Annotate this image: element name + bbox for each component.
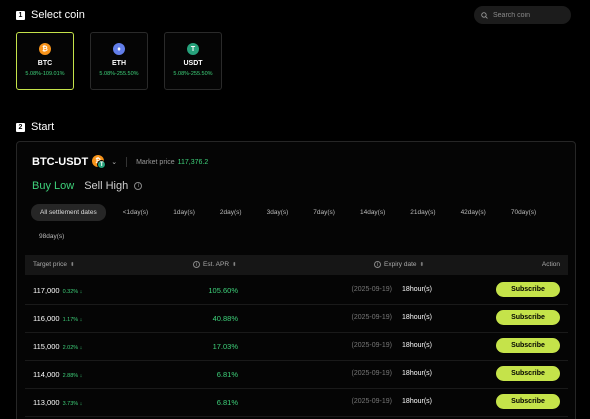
info-icon: i: [193, 261, 200, 268]
expiry-duration: 18hour(s): [402, 370, 432, 377]
pair-name: BTC-USDT: [32, 156, 89, 168]
info-icon: i: [374, 261, 381, 268]
est-apr: 17.03%: [212, 342, 238, 351]
est-apr: 40.88%: [212, 314, 238, 323]
tab-sell-high[interactable]: Sell High: [84, 180, 128, 192]
target-price: 117,000: [33, 286, 60, 295]
price-change: 2.88% ↓: [62, 373, 83, 379]
expiry-date: (2025-09-19): [351, 370, 392, 377]
date-filter-chip[interactable]: 3day(s): [259, 205, 297, 220]
expiry-date: (2025-09-19): [351, 286, 392, 293]
expiry-duration: 18hour(s): [402, 314, 432, 321]
search-icon: [481, 11, 488, 19]
price-change: 1.17% ↓: [62, 317, 83, 323]
expiry-duration: 18hour(s): [402, 342, 432, 349]
price-change: 2.02% ↓: [62, 345, 83, 351]
coin-card-usdt[interactable]: T USDT 5.08%-255.50%: [164, 32, 222, 90]
expiry-duration: 18hour(s): [402, 286, 432, 293]
market-price-value: 117,376.2: [177, 158, 209, 166]
mode-tabs: Buy Low Sell High i: [32, 180, 143, 192]
date-filter-chip[interactable]: 42day(s): [453, 205, 494, 220]
chevron-down-icon[interactable]: ⌄: [111, 158, 117, 166]
expiry-date: (2025-09-19): [351, 398, 392, 405]
usdt-coin-icon: T: [97, 160, 107, 169]
expiry-duration: 18hour(s): [402, 398, 432, 405]
search-box[interactable]: [474, 6, 571, 24]
date-filter-chip[interactable]: 21day(s): [402, 205, 443, 220]
target-price-cell: 117,000 0.32% ↓: [33, 286, 82, 295]
table-row: 113,000 3.73% ↓ 6.81% (2025-09-19) 18hour(s)…: [25, 389, 568, 417]
table-row: 117,000 0.32% ↓ 105.60% (2025-09-19) 18hour(…: [25, 277, 568, 305]
step-number: 2: [16, 122, 25, 132]
expiry-date: (2025-09-19): [351, 314, 392, 321]
target-price-cell: 115,000 2.02% ↓: [33, 342, 82, 351]
coin-card-btc[interactable]: ₿ BTC 5.08%-109.01%: [16, 32, 74, 90]
target-price-cell: 116,000 1.17% ↓: [33, 314, 82, 323]
start-heading: 2 Start: [16, 121, 54, 133]
date-filter-chip[interactable]: All settlement dates: [31, 204, 106, 221]
coin-apr-range: 5.08%-255.50%: [173, 71, 213, 77]
coin-name: BTC: [37, 60, 53, 67]
date-filter-chip[interactable]: 98day(s): [31, 229, 72, 244]
btc-coin-icon: ₿: [39, 43, 51, 55]
col-action: Action: [542, 261, 560, 268]
subscribe-button[interactable]: Subscribe: [496, 282, 560, 297]
start-title: Start: [31, 121, 55, 133]
date-filter-chip[interactable]: 14day(s): [352, 205, 393, 220]
usdt-coin-icon: T: [187, 43, 199, 55]
sort-icon: ⬍: [419, 261, 425, 268]
search-input[interactable]: [493, 11, 563, 19]
date-filter-chip[interactable]: 1day(s): [165, 205, 203, 220]
table-row: 116,000 1.17% ↓ 40.88% (2025-09-19) 18hour(s…: [25, 305, 568, 333]
tab-buy-low[interactable]: Buy Low: [32, 180, 74, 192]
date-filter-chip[interactable]: 2day(s): [212, 205, 250, 220]
coin-name: USDT: [183, 60, 203, 67]
subscribe-button[interactable]: Subscribe: [496, 310, 560, 325]
price-change: 3.73% ↓: [62, 401, 83, 407]
col-action-label: Action: [541, 261, 560, 268]
coin-apr-range: 5.08%-255.50%: [99, 71, 139, 77]
subscribe-button[interactable]: Subscribe: [496, 394, 560, 409]
info-icon[interactable]: i: [134, 182, 143, 190]
target-price: 113,000: [33, 398, 60, 407]
target-price: 115,000: [33, 342, 60, 351]
price-change: 0.32% ↓: [62, 289, 83, 295]
divider: [126, 157, 128, 167]
col-target-price[interactable]: Target price ⬍: [33, 261, 75, 268]
product-panel: BTC-USDT ₿ T ⌄ Market price 117,376.2 Bu…: [16, 141, 576, 419]
col-apr-label: Est. APR: [203, 261, 230, 268]
subscribe-button[interactable]: Subscribe: [496, 338, 560, 353]
target-price: 114,000: [33, 370, 60, 379]
pair-coin-selector[interactable]: ₿ T: [92, 155, 110, 169]
sort-icon: ⬍: [69, 261, 75, 268]
target-price: 116,000: [33, 314, 60, 323]
table-row: 115,000 2.02% ↓ 17.03% (2025-09-19) 18hour(s…: [25, 333, 568, 361]
target-price-cell: 113,000 3.73% ↓: [33, 398, 82, 407]
table-header: Target price ⬍ i Est. APR ⬍ i Expiry dat…: [25, 255, 568, 275]
col-expiry-label: Expiry date: [384, 261, 417, 268]
est-apr: 6.81%: [216, 398, 238, 407]
eth-coin-icon: ♦: [113, 43, 125, 55]
expiry-date: (2025-09-19): [351, 342, 392, 349]
est-apr: 105.60%: [208, 286, 238, 295]
select-coin-heading: 1 Select coin: [16, 9, 85, 21]
coin-name: ETH: [112, 60, 126, 67]
date-filter-chip[interactable]: 70day(s): [503, 205, 544, 220]
market-price-label: Market price: [136, 158, 175, 166]
step-number: 1: [16, 10, 25, 20]
col-target-price-label: Target price: [33, 261, 67, 268]
select-coin-title: Select coin: [31, 9, 85, 21]
coin-apr-range: 5.08%-109.01%: [25, 71, 65, 77]
sort-icon: ⬍: [232, 261, 237, 268]
date-filter-chip[interactable]: 7day(s): [305, 205, 343, 220]
date-filter-chip[interactable]: <1day(s): [115, 205, 156, 220]
target-price-cell: 114,000 2.88% ↓: [33, 370, 82, 379]
est-apr: 6.81%: [216, 370, 238, 379]
pair-header: BTC-USDT ₿ T ⌄ Market price 117,376.2: [32, 155, 208, 169]
coin-card-eth[interactable]: ♦ ETH 5.08%-255.50%: [90, 32, 148, 90]
col-expiry[interactable]: i Expiry date ⬍: [374, 261, 424, 268]
subscribe-button[interactable]: Subscribe: [496, 366, 560, 381]
col-apr[interactable]: i Est. APR ⬍: [193, 261, 237, 268]
table-row: 114,000 2.88% ↓ 6.81% (2025-09-19) 18hour(s)…: [25, 361, 568, 389]
